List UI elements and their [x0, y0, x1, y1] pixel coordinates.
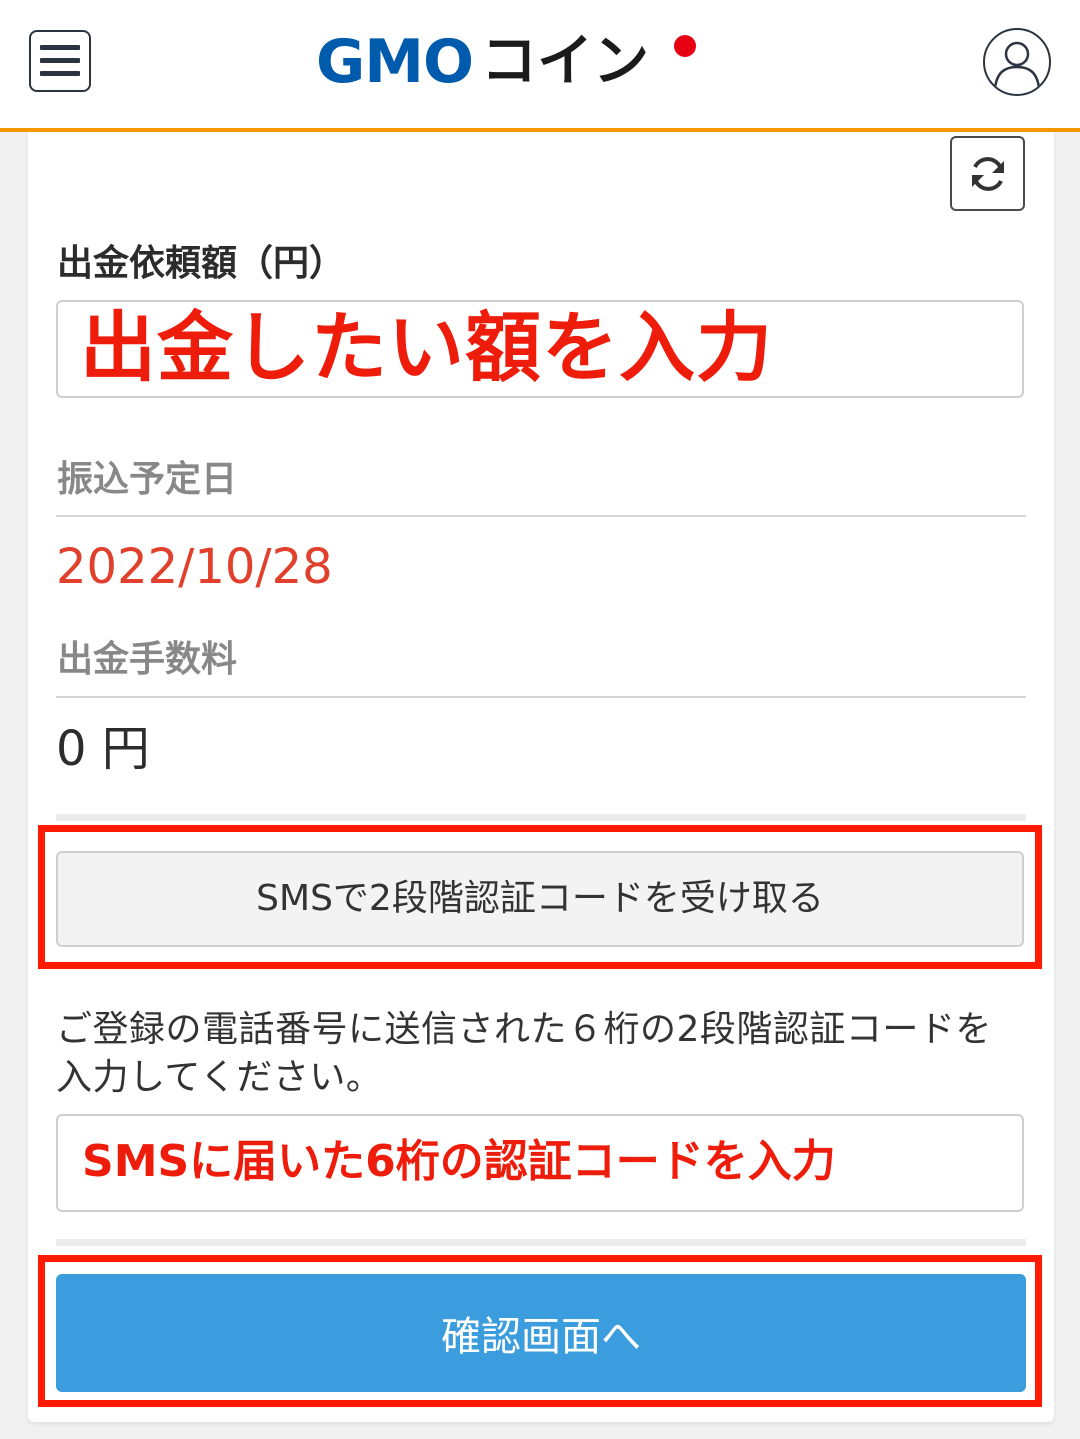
menu-icon-bar: [40, 45, 80, 50]
logo-gmo-text: GMO: [316, 27, 474, 97]
section-separator: [56, 814, 1026, 821]
fee-label: 出金手数料: [57, 639, 238, 680]
refresh-icon: [971, 156, 1004, 191]
app-header: GMO コイン: [0, 0, 1080, 132]
sms-instruction-text: ご登録の電話番号に送信された６桁の2段階認証コードを入力してください。: [56, 1009, 992, 1098]
sms-code-button[interactable]: SMSで2段階認証コードを受け取る: [56, 851, 1024, 947]
divider: [56, 515, 1026, 517]
confirm-button[interactable]: 確認画面へ: [56, 1274, 1026, 1392]
divider: [56, 696, 1026, 698]
logo-red-dot: [674, 35, 696, 57]
amount-annotation: 出金したい額を入力: [80, 303, 773, 392]
amount-input[interactable]: 出金したい額を入力: [56, 300, 1024, 398]
refresh-button[interactable]: [950, 136, 1025, 211]
amount-label: 出金依頼額（円）: [57, 243, 346, 284]
fee-value: 0 円: [56, 721, 150, 777]
code-annotation: SMSに届いた6桁の認証コードを入力: [82, 1136, 836, 1187]
logo-coin-text: コイン: [480, 29, 649, 94]
menu-icon-bar: [40, 71, 80, 76]
transfer-date-value: 2022/10/28: [56, 539, 333, 595]
gmo-coin-logo[interactable]: GMO コイン: [316, 27, 649, 97]
user-icon-graphic: [993, 41, 1041, 89]
section-separator: [56, 1239, 1026, 1246]
menu-icon-bar: [40, 58, 80, 63]
menu-button[interactable]: [29, 30, 91, 92]
sms-code-input[interactable]: SMSに届いた6桁の認証コードを入力: [56, 1114, 1024, 1212]
user-icon[interactable]: [983, 28, 1051, 96]
transfer-date-label: 振込予定日: [57, 459, 238, 500]
